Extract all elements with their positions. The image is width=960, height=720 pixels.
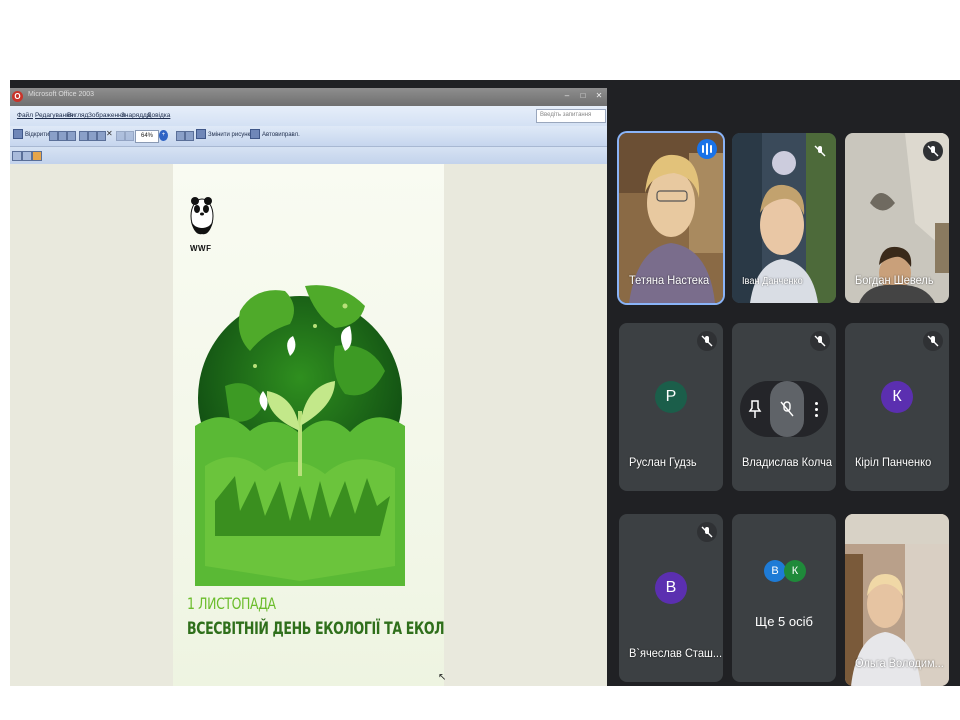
standard-toolbar: Відкрити... ✕ 64% + Змінити рисунки... А…	[10, 126, 607, 147]
participant-tile[interactable]: Ольга Володим...	[845, 514, 949, 686]
mute-participant-button[interactable]	[770, 381, 804, 437]
menu-image[interactable]: Зображення	[88, 112, 125, 119]
participant-name: Руслан Гудзь	[629, 455, 697, 469]
participant-tile[interactable]: Іван Данченко	[732, 133, 836, 303]
single-view-icon[interactable]	[32, 151, 42, 161]
poster-date: 1 ЛИСТОПАДА	[187, 594, 276, 613]
avatar: К	[881, 381, 913, 413]
copy-icon[interactable]	[88, 131, 97, 141]
participant-tile[interactable]: Богдан Шевель	[845, 133, 949, 303]
participant-name: Богдан Шевель	[855, 273, 934, 287]
avatar: Р	[655, 381, 687, 413]
panda-logo-icon	[190, 197, 214, 235]
rotate-left-icon[interactable]	[176, 131, 185, 141]
menu-tools[interactable]: Знаряддя	[121, 112, 150, 119]
zoom-select[interactable]: 64%	[135, 130, 159, 143]
help-search-input[interactable]: Введіть запитання	[536, 109, 606, 123]
print-icon[interactable]	[58, 131, 67, 141]
minimize-icon[interactable]: –	[560, 90, 574, 102]
participant-name: Владислав Колча	[742, 455, 833, 469]
help-search-placeholder: Введіть запитання	[540, 112, 592, 118]
maximize-icon[interactable]: □	[576, 90, 590, 102]
autofix-label: Автовиправл.	[262, 132, 300, 138]
participant-name: Ольга Володим...	[855, 656, 944, 670]
window-titlebar: O Microsoft Office 2003 – □ ✕	[10, 88, 607, 106]
muted-mic-icon	[923, 141, 943, 161]
office-app-icon: O	[12, 91, 23, 102]
participant-tile[interactable]: Владислав Колча	[732, 323, 836, 491]
open-icon	[13, 129, 23, 140]
filmstrip-view-icon[interactable]	[22, 151, 32, 161]
menu-file[interactable]: Файл	[17, 112, 33, 119]
menu-view[interactable]: Вигляд	[67, 112, 88, 119]
delete-icon[interactable]: ✕	[106, 129, 113, 138]
eco-day-poster: WWF 1 ЛИСТОПАДА ВСЕСВІТНІЙ ДЕНЬ ЕКОЛОГІЇ…	[173, 164, 444, 686]
redo-icon[interactable]	[125, 131, 134, 141]
participant-name: Кіріл Панченко	[855, 455, 932, 469]
more-options-icon[interactable]	[812, 399, 820, 419]
autofix-button[interactable]: Автовиправл.	[250, 129, 300, 142]
edit-picture-icon	[196, 129, 206, 140]
undo-icon[interactable]	[116, 131, 125, 141]
tile-hover-controls	[740, 381, 828, 437]
zoom-in-icon[interactable]: +	[159, 130, 168, 141]
thumbnail-view-icon[interactable]	[12, 151, 22, 161]
picture-canvas: WWF 1 ЛИСТОПАДА ВСЕСВІТНІЙ ДЕНЬ ЕКОЛОГІЇ…	[10, 164, 607, 686]
others-tile[interactable]: В К Ще 5 осіб	[732, 514, 836, 682]
menu-help[interactable]: Довідка	[147, 112, 170, 119]
meeting-stage: O Microsoft Office 2003 – □ ✕ Файл Редаг…	[10, 80, 960, 686]
close-icon[interactable]: ✕	[592, 90, 606, 102]
muted-mic-icon	[923, 331, 943, 351]
others-count-label: Ще 5 осіб	[755, 614, 813, 629]
participant-name: В`ячеслав Сташ...	[629, 646, 723, 660]
participant-name: Тетяна Настека	[629, 273, 710, 287]
mouse-cursor-icon: ↖	[438, 672, 447, 683]
participant-tile[interactable]: К Кіріл Панченко	[845, 323, 949, 491]
autofix-icon	[250, 129, 260, 140]
green-planet-illustration	[195, 285, 405, 586]
paste-icon[interactable]	[97, 131, 106, 141]
muted-mic-icon	[697, 522, 717, 542]
avatar: К	[784, 560, 806, 582]
shared-screen-window: O Microsoft Office 2003 – □ ✕ Файл Редаг…	[10, 88, 607, 686]
avatar: В	[655, 572, 687, 604]
save-icon[interactable]	[49, 131, 58, 141]
participant-tile[interactable]: Тетяна Настека	[619, 133, 723, 303]
muted-mic-icon	[810, 141, 830, 161]
participant-tile[interactable]: В В`ячеслав Сташ...	[619, 514, 723, 682]
email-icon[interactable]	[67, 131, 76, 141]
cut-icon[interactable]	[79, 131, 88, 141]
mic-off-icon	[780, 401, 794, 417]
pin-icon[interactable]	[748, 399, 762, 419]
menu-bar: Файл Редагування Вигляд Зображення Знаря…	[10, 106, 607, 126]
muted-mic-icon	[810, 331, 830, 351]
participant-name: Іван Данченко	[742, 276, 803, 287]
avatar: В	[764, 560, 786, 582]
view-toolbar	[10, 147, 607, 164]
muted-mic-icon	[697, 331, 717, 351]
speaking-indicator-icon	[697, 139, 717, 159]
participant-tile[interactable]: Р Руслан Гудзь	[619, 323, 723, 491]
poster-caption: ВСЕСВІТНІЙ ДЕНЬ ЕКОЛОГІЇ ТА ЕКОЛОГІВ	[187, 619, 444, 639]
window-title: Microsoft Office 2003	[28, 91, 95, 98]
rotate-right-icon[interactable]	[185, 131, 194, 141]
